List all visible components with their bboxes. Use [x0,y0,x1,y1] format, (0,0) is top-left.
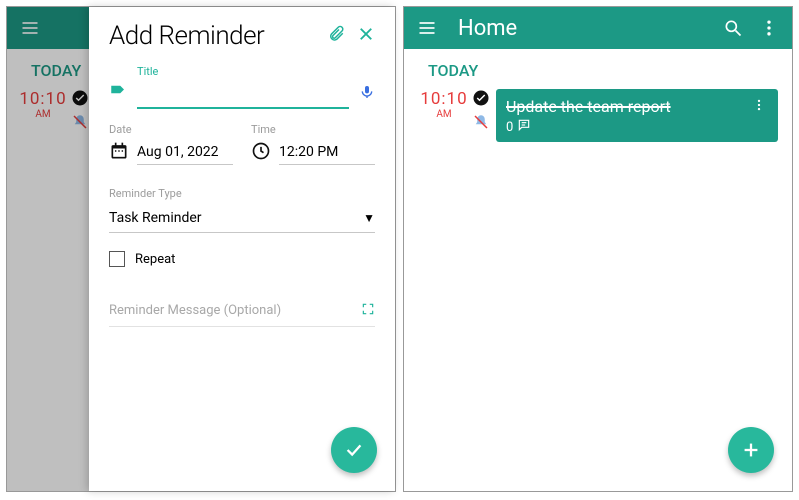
search-icon[interactable] [722,18,744,38]
calendar-icon[interactable] [109,141,129,165]
reminder-type-select[interactable]: Task Reminder ▼ [109,204,375,233]
clock-icon[interactable] [251,141,271,165]
bell-off-icon [472,113,490,131]
ampm-text: AM [418,109,470,120]
chevron-down-icon: ▼ [363,211,375,225]
time-column: 10:10 AM [418,89,470,120]
task-menu-icon[interactable] [750,97,768,116]
status-icons [472,89,490,131]
time-field-label: Time [251,123,375,136]
date-field-label: Date [109,123,233,136]
type-field-label: Reminder Type [109,187,375,200]
time-text: 10:10 [418,89,470,109]
screen-add-reminder: TODAY 10:10 AM Add Reminder Title [6,6,396,492]
hamburger-icon[interactable] [416,18,438,38]
attachment-icon[interactable] [327,25,345,47]
message-placeholder: Reminder Message (Optional) [109,303,361,318]
header-title: Home [458,16,722,41]
date-input[interactable] [137,140,233,165]
expand-icon[interactable] [361,301,375,320]
add-reminder-modal: Add Reminder Title [89,7,395,491]
repeat-label: Repeat [135,252,175,267]
add-fab[interactable] [728,427,774,473]
title-field-label: Title [137,65,375,78]
tag-icon [109,82,127,104]
app-header: Home [404,7,792,49]
mic-icon[interactable] [359,84,375,104]
comment-count: 0 [506,120,513,135]
repeat-checkbox[interactable] [109,251,125,267]
close-icon[interactable] [357,25,375,47]
confirm-fab[interactable] [331,427,377,473]
comment-icon [517,118,531,136]
screen-home: Home TODAY 10:10 AM Update the team repo… [403,6,793,492]
today-label: TODAY [404,49,792,84]
reminder-type-value: Task Reminder [109,210,363,226]
time-input[interactable] [279,140,375,165]
message-input[interactable]: Reminder Message (Optional) [109,295,375,327]
check-circle-icon [472,89,490,107]
task-title: Update the team report [506,97,750,116]
overflow-menu-icon[interactable] [758,18,780,38]
task-card[interactable]: Update the team report 0 [496,89,778,142]
title-input[interactable] [137,83,349,109]
modal-title: Add Reminder [109,21,327,51]
